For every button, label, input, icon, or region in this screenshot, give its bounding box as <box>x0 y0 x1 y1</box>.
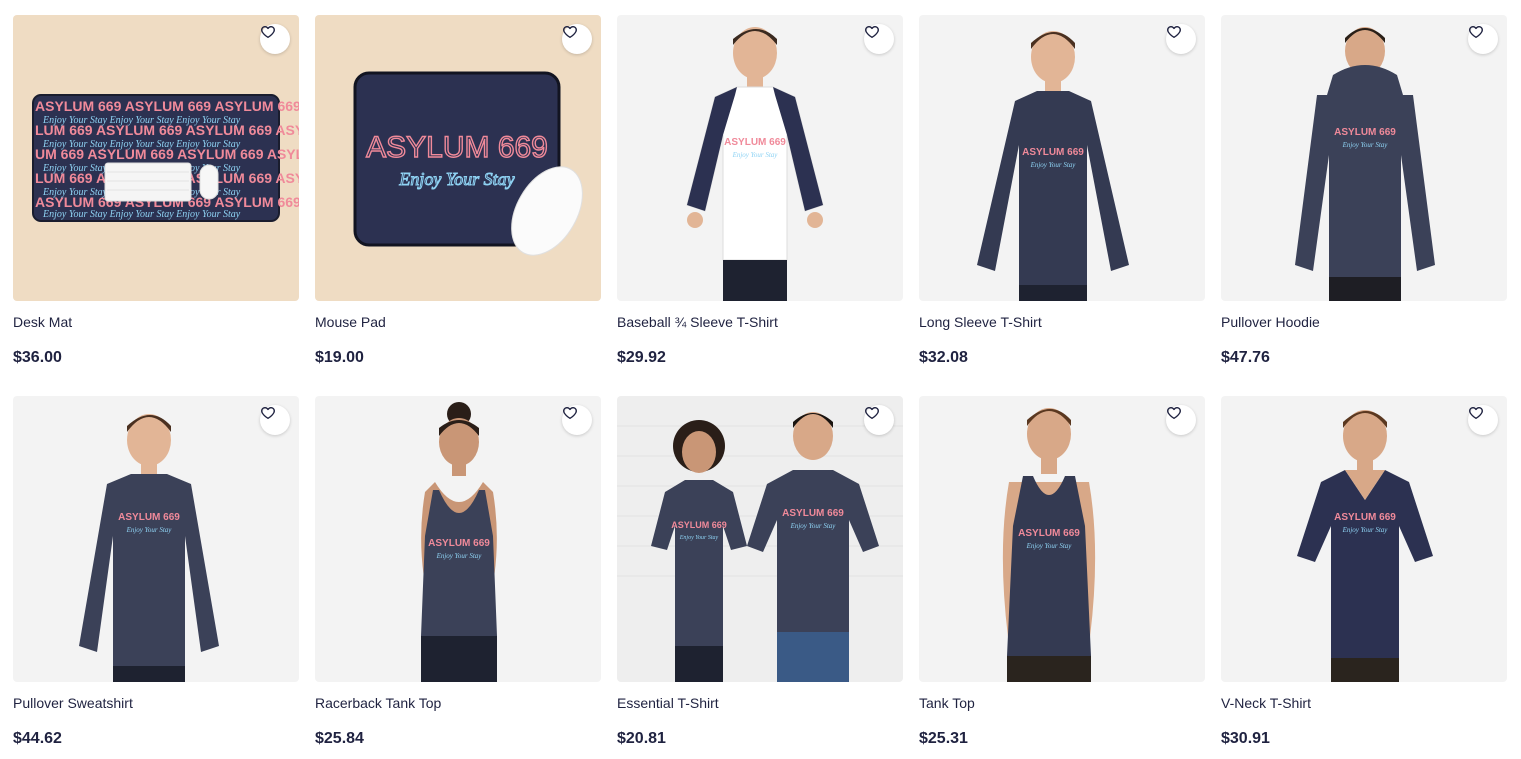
favorite-button[interactable] <box>562 405 592 435</box>
product-image-desk-mat[interactable]: ASYLUM 669 ASYLUM 669 ASYLUM 669 LUM 669… <box>13 15 299 301</box>
product-image-baseball-shirt[interactable]: ASYLUM 669 Enjoy Your Stay <box>617 15 903 301</box>
svg-text:Enjoy Your Stay: Enjoy Your Stay <box>1030 161 1077 169</box>
product-image-long-sleeve[interactable]: ASYLUM 669 Enjoy Your Stay <box>919 15 1205 301</box>
product-card-baseball-shirt[interactable]: ASYLUM 669 Enjoy Your Stay Baseball ¾ Sl… <box>617 15 903 378</box>
heart-icon <box>1469 407 1483 419</box>
product-image-sweatshirt[interactable]: ASYLUM 669 Enjoy Your Stay <box>13 396 299 682</box>
product-name[interactable]: Essential T-Shirt <box>617 695 903 712</box>
product-name[interactable]: Desk Mat <box>13 314 299 331</box>
svg-text:ASYLUM 669: ASYLUM 669 <box>118 512 180 523</box>
svg-text:Enjoy Your Stay: Enjoy Your Stay <box>1342 141 1389 149</box>
svg-text:ASYLUM 669: ASYLUM 669 <box>1018 528 1080 539</box>
product-grid: ASYLUM 669 ASYLUM 669 ASYLUM 669 LUM 669… <box>13 15 1507 759</box>
product-price: $25.84 <box>315 730 364 747</box>
favorite-button[interactable] <box>864 24 894 54</box>
product-price: $30.91 <box>1221 730 1270 747</box>
svg-text:ASYLUM 669: ASYLUM 669 <box>428 538 490 549</box>
product-card-essential-tee[interactable]: ASYLUM 669 Enjoy Your Stay ASYLUM 669 En… <box>617 396 903 759</box>
heart-icon <box>1469 26 1483 38</box>
product-name[interactable]: Pullover Hoodie <box>1221 314 1507 331</box>
heart-icon <box>865 26 879 38</box>
svg-text:ASYLUM 669: ASYLUM 669 <box>724 137 786 148</box>
product-price: $44.62 <box>13 730 62 747</box>
product-name[interactable]: Tank Top <box>919 695 1205 712</box>
svg-text:Enjoy Your Stay: Enjoy Your Stay <box>436 552 483 560</box>
product-price: $19.00 <box>315 349 364 366</box>
product-price: $20.81 <box>617 730 666 747</box>
heart-icon <box>563 26 577 38</box>
product-name[interactable]: Mouse Pad <box>315 314 601 331</box>
product-card-racerback[interactable]: ASYLUM 669 Enjoy Your Stay Racerback Tan… <box>315 396 601 759</box>
product-card-tank-top[interactable]: ASYLUM 669 Enjoy Your Stay Tank Top $25.… <box>919 396 1205 759</box>
heart-icon <box>1167 407 1181 419</box>
favorite-button[interactable] <box>562 24 592 54</box>
product-price: $36.00 <box>13 349 62 366</box>
product-card-long-sleeve[interactable]: ASYLUM 669 Enjoy Your Stay Long Sleeve T… <box>919 15 1205 378</box>
product-image-mouse-pad[interactable]: ASYLUM 669 Enjoy Your Stay <box>315 15 601 301</box>
product-price: $32.08 <box>919 349 968 366</box>
favorite-button[interactable] <box>1166 24 1196 54</box>
heart-icon <box>261 26 275 38</box>
product-card-mouse-pad[interactable]: ASYLUM 669 Enjoy Your Stay Mouse Pad $19… <box>315 15 601 378</box>
svg-text:Enjoy Your Stay Enjoy Your Sta: Enjoy Your Stay Enjoy Your Stay Enjoy Yo… <box>42 209 241 220</box>
svg-text:ASYLUM 669: ASYLUM 669 <box>671 520 727 530</box>
product-price: $25.31 <box>919 730 968 747</box>
product-card-hoodie[interactable]: ASYLUM 669 Enjoy Your Stay Pullover Hood… <box>1221 15 1507 378</box>
favorite-button[interactable] <box>1166 405 1196 435</box>
product-price: $29.92 <box>617 349 666 366</box>
product-card-sweatshirt[interactable]: ASYLUM 669 Enjoy Your Stay Pullover Swea… <box>13 396 299 759</box>
product-name[interactable]: Long Sleeve T-Shirt <box>919 314 1205 331</box>
favorite-button[interactable] <box>864 405 894 435</box>
product-name[interactable]: Pullover Sweatshirt <box>13 695 299 712</box>
product-image-vneck[interactable]: ASYLUM 669 Enjoy Your Stay <box>1221 396 1507 682</box>
product-card-desk-mat[interactable]: ASYLUM 669 ASYLUM 669 ASYLUM 669 LUM 669… <box>13 15 299 378</box>
product-image-tank-top[interactable]: ASYLUM 669 Enjoy Your Stay <box>919 396 1205 682</box>
product-name[interactable]: Racerback Tank Top <box>315 695 601 712</box>
product-image-hoodie[interactable]: ASYLUM 669 Enjoy Your Stay <box>1221 15 1507 301</box>
svg-text:Enjoy Your Stay Enjoy Your Sta: Enjoy Your Stay Enjoy Your Stay Enjoy Yo… <box>42 139 241 150</box>
svg-text:ASYLUM 669 ASYLUM 669 ASYLUM 6: ASYLUM 669 ASYLUM 669 ASYLUM 669 <box>35 98 299 114</box>
svg-text:ASYLUM 669: ASYLUM 669 <box>1334 512 1396 523</box>
product-image-essential-tee[interactable]: ASYLUM 669 Enjoy Your Stay ASYLUM 669 En… <box>617 396 903 682</box>
svg-text:Enjoy Your Stay: Enjoy Your Stay <box>790 522 837 530</box>
favorite-button[interactable] <box>260 405 290 435</box>
svg-text:Enjoy Your Stay: Enjoy Your Stay <box>679 535 719 541</box>
product-price: $47.76 <box>1221 349 1270 366</box>
svg-text:Enjoy Your Stay: Enjoy Your Stay <box>732 151 779 159</box>
svg-text:Enjoy Your Stay: Enjoy Your Stay <box>126 526 173 534</box>
heart-icon <box>563 407 577 419</box>
svg-text:Enjoy Your Stay: Enjoy Your Stay <box>1342 526 1389 534</box>
svg-text:Enjoy Your Stay: Enjoy Your Stay <box>1026 542 1073 550</box>
svg-text:ASYLUM 669: ASYLUM 669 <box>1022 147 1084 158</box>
product-image-racerback[interactable]: ASYLUM 669 Enjoy Your Stay <box>315 396 601 682</box>
product-card-vneck[interactable]: ASYLUM 669 Enjoy Your Stay V-Neck T-Shir… <box>1221 396 1507 759</box>
favorite-button[interactable] <box>260 24 290 54</box>
product-name[interactable]: Baseball ¾ Sleeve T-Shirt <box>617 314 903 331</box>
svg-text:ASYLUM 669: ASYLUM 669 <box>1334 127 1396 138</box>
heart-icon <box>865 407 879 419</box>
svg-text:Enjoy Your Stay: Enjoy Your Stay <box>398 169 514 189</box>
heart-icon <box>261 407 275 419</box>
favorite-button[interactable] <box>1468 24 1498 54</box>
svg-text:Enjoy Your Stay Enjoy Your Sta: Enjoy Your Stay Enjoy Your Stay Enjoy Yo… <box>42 115 241 126</box>
product-name[interactable]: V-Neck T-Shirt <box>1221 695 1507 712</box>
svg-text:ASYLUM 669: ASYLUM 669 <box>782 508 844 519</box>
favorite-button[interactable] <box>1468 405 1498 435</box>
heart-icon <box>1167 26 1181 38</box>
svg-text:ASYLUM 669: ASYLUM 669 <box>366 131 548 164</box>
